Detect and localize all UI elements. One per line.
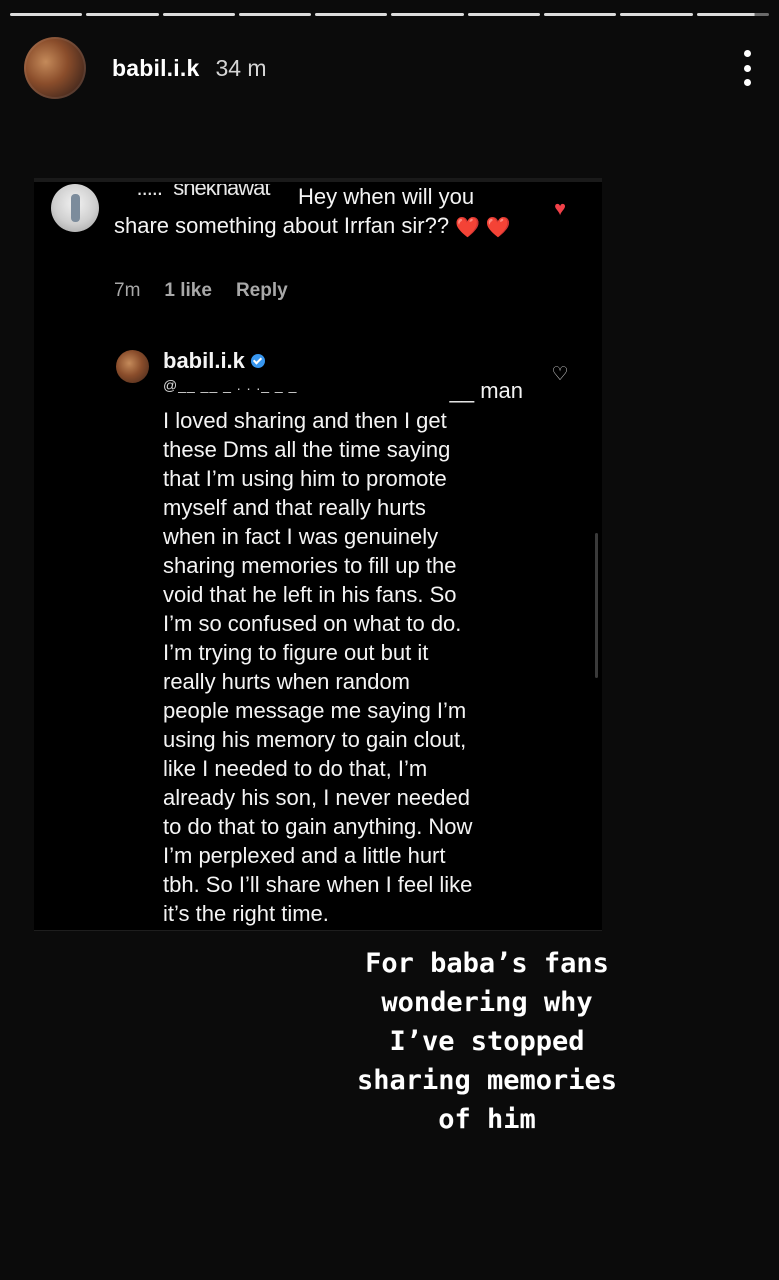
- story-caption: For baba’s fans wondering why I’ve stopp…: [356, 948, 618, 1135]
- verified-badge-icon: [250, 354, 265, 368]
- progress-segment: [86, 13, 159, 16]
- commenter-avatar: [51, 184, 99, 232]
- heart-outline-icon: ♡: [551, 364, 569, 385]
- more-options-icon[interactable]: [739, 50, 755, 86]
- avatar[interactable]: [24, 37, 86, 99]
- progress-segment: [315, 13, 388, 16]
- story-progress-bar: [10, 13, 769, 17]
- reply-mention-line: @__ __ _ . . ._ _ _ __ man: [163, 377, 523, 405]
- comment-meta: 7m 1 like Reply: [114, 280, 288, 302]
- reply-username-row: babil.i.k: [163, 348, 265, 374]
- mention-end: __ man: [449, 378, 523, 403]
- progress-segment-current: [696, 13, 769, 16]
- comment-likes: 1 like: [164, 280, 212, 301]
- progress-segment: [467, 13, 541, 16]
- commenter-username-redacted: __....._sneknawat__: [114, 184, 292, 198]
- reply-username: babil.i.k: [163, 348, 245, 373]
- progress-segment: [10, 13, 83, 16]
- comment-time: 7m: [114, 280, 141, 301]
- reply-text: I loved sharing and then I get these Dms…: [163, 408, 473, 926]
- scrollbar: [595, 533, 598, 678]
- reply-avatar: [116, 350, 149, 383]
- progress-segment: [162, 13, 235, 16]
- heart-emoji: ❤️ ❤️: [455, 217, 511, 239]
- progress-segment: [391, 13, 464, 16]
- progress-segment: [544, 13, 617, 16]
- heart-filled-icon: ♥: [554, 198, 566, 220]
- reply-link: Reply: [235, 280, 288, 301]
- story-header: babil.i.k 34 m: [24, 36, 755, 100]
- progress-segment: [620, 13, 693, 16]
- comment-screenshot: __....._sneknawat__ Hey when will you sh…: [34, 178, 602, 931]
- progress-segment: [238, 13, 312, 16]
- comment-text: __....._sneknawat__ Hey when will you sh…: [114, 182, 514, 243]
- story-time: 34 m: [215, 54, 267, 81]
- mention-redacted: @__ __ _ . . ._ _ _: [163, 377, 298, 393]
- story-username[interactable]: babil.i.k: [112, 55, 199, 82]
